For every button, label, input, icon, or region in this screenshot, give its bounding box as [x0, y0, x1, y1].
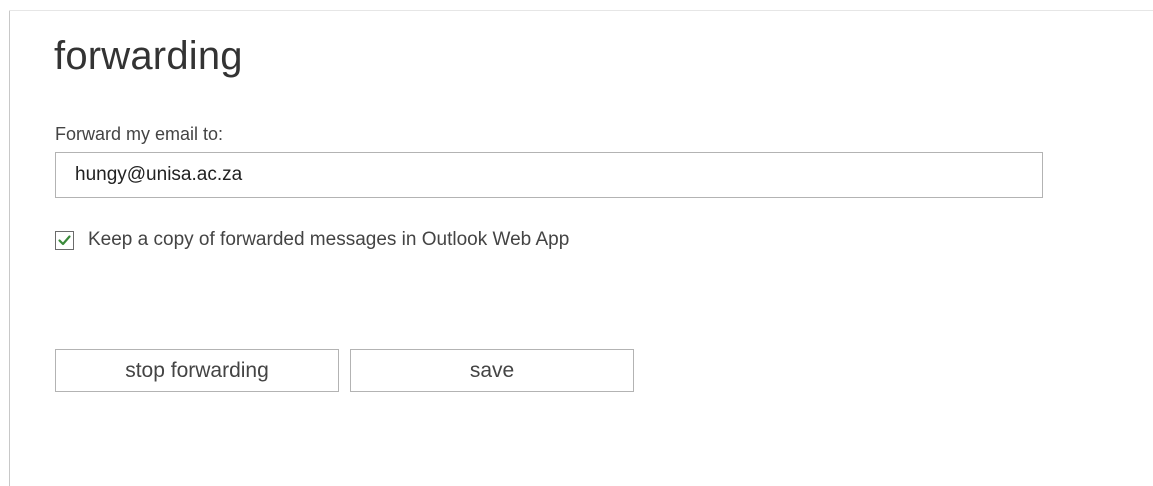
checkmark-icon — [58, 234, 71, 245]
forward-email-label: Forward my email to: — [55, 124, 224, 144]
keep-copy-label: Keep a copy of forwarded messages in Out… — [88, 229, 570, 250]
forward-email-input[interactable] — [55, 152, 1043, 198]
keep-copy-checkbox[interactable] — [55, 230, 74, 250]
panel-top-border — [9, 10, 1153, 11]
panel-left-border — [9, 10, 10, 486]
stop-forwarding-button[interactable]: stop forwarding — [55, 349, 339, 392]
page-title: forwarding — [54, 34, 243, 78]
forwarding-panel: forwarding Forward my email to: Keep a c… — [0, 0, 1153, 486]
save-button[interactable]: save — [350, 349, 634, 392]
keep-copy-row: Keep a copy of forwarded messages in Out… — [55, 226, 569, 254]
